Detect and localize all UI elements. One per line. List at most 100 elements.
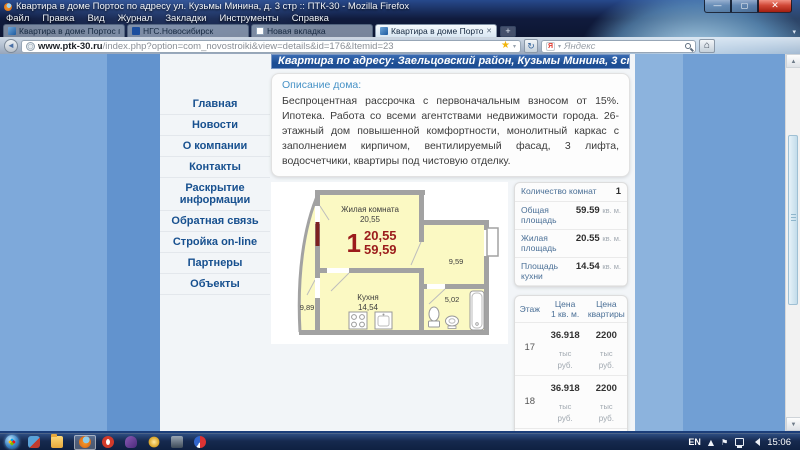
main-content: Квартира по адресу: Заельцовский район, … xyxy=(270,54,635,431)
ptk-favicon-icon xyxy=(8,27,16,35)
tab-new[interactable]: Новая вкладка xyxy=(251,24,373,37)
maximize-button[interactable]: ▢ xyxy=(731,0,758,13)
sidebar: Главная Новости О компании Контакты Раскрыти… xyxy=(160,54,270,431)
search-icon[interactable] xyxy=(685,43,691,49)
detail-row: Общая площадь 59.59 кв. м. xyxy=(515,202,627,230)
titlebar: Квартира в доме Портос по адресу ул. Куз… xyxy=(0,0,800,13)
floor-number: 17 xyxy=(524,342,536,354)
url-field[interactable]: www.ptk-30.ru/index.php?option=com_novos… xyxy=(21,39,521,53)
opera-icon[interactable] xyxy=(102,436,114,448)
description-box: Описание дома: Беспроцентная рассрочка с… xyxy=(271,73,630,177)
bookmark-star-icon[interactable]: ★ xyxy=(501,41,510,51)
screen: Квартира в доме Портос по адресу ул. Куз… xyxy=(0,0,800,450)
firefox-taskbar-slot[interactable] xyxy=(74,434,96,450)
tab-ngs[interactable]: НГС.Новосибирск xyxy=(127,24,249,37)
ngs-favicon-icon xyxy=(132,27,140,35)
menu-item[interactable]: Инструменты xyxy=(219,13,278,24)
volume-icon[interactable] xyxy=(751,438,761,446)
search-engine-dropdown-icon[interactable]: ▾ xyxy=(558,43,561,50)
tab-close-icon[interactable]: ✕ xyxy=(486,27,492,35)
bathroom-area: 5,02 xyxy=(445,295,460,304)
kitchen-room xyxy=(319,271,421,332)
price-row: 18 36.918 тыс руб. 2200 тыс руб. xyxy=(515,374,627,428)
hall-area: 9,59 xyxy=(449,257,464,266)
price-apartment: 2200 xyxy=(595,382,617,394)
floor-plan: Жилая комната 20,55 1 20,55 59,59 9,59 К… xyxy=(271,181,508,344)
sidebar-item[interactable]: Стройка on-line xyxy=(160,232,270,253)
detail-value: 1 xyxy=(615,185,621,197)
price-per-sqm: 36.918 xyxy=(550,382,580,394)
scroll-up-icon[interactable]: ▲ xyxy=(786,54,800,68)
price-table-body: 17 36.918 тыс руб. 2200 тыс руб. 18 36.9… xyxy=(515,321,627,431)
apartment-details-panel: Количество комнат 1 Общая площадь 59.59 … xyxy=(514,181,628,287)
url-text[interactable]: www.ptk-30.ru/index.php?option=com_novos… xyxy=(38,41,498,52)
sidebar-item[interactable]: Главная xyxy=(160,94,270,115)
tab-list-icon[interactable]: ▾ xyxy=(792,28,796,36)
balcony-area: 9,89 xyxy=(300,303,315,312)
price-apartment: 2200 xyxy=(595,329,617,341)
detail-label: Жилая площадь xyxy=(521,232,557,253)
explorer-folder-icon[interactable] xyxy=(51,434,63,448)
sidebar-item[interactable]: Объекты xyxy=(160,274,270,295)
reload-button[interactable]: ↻ xyxy=(524,39,538,53)
start-button[interactable] xyxy=(5,435,19,449)
entrance-door xyxy=(486,226,499,257)
plan-and-details-row: Жилая комната 20,55 1 20,55 59,59 9,59 К… xyxy=(271,181,630,431)
url-path: /index.php?option=com_novostroiki&view=d… xyxy=(102,40,394,52)
tray-expand-icon[interactable]: ▲ xyxy=(708,438,714,447)
new-tab-button[interactable]: + xyxy=(500,26,516,37)
content-container: Главная Новости О компании Контакты Раскрыти… xyxy=(160,54,635,431)
search-field[interactable]: Я ▾ Яндекс xyxy=(541,39,696,53)
home-button[interactable]: ⌂ xyxy=(699,39,715,53)
page-title: Квартира по адресу: Заельцовский район, … xyxy=(271,54,630,69)
search-input[interactable]: Яндекс xyxy=(564,41,682,52)
url-domain: www.ptk-30.ru xyxy=(38,40,103,52)
detail-unit: кв. м. xyxy=(602,261,621,271)
tab-apartment-1[interactable]: Квартира в доме Портос по адресу ... xyxy=(3,24,125,37)
scroll-down-icon[interactable]: ▼ xyxy=(786,417,800,431)
page-viewport: Главная Новости О компании Контакты Раскрыти… xyxy=(0,54,800,433)
action-center-flag-icon[interactable]: ⚑ xyxy=(721,438,728,447)
taskbar-clock[interactable]: 15:06 xyxy=(767,437,791,448)
details-column: Количество комнат 1 Общая площадь 59.59 … xyxy=(514,181,628,431)
sidebar-item[interactable]: Новости xyxy=(160,115,270,136)
living-room-area: 20,55 xyxy=(360,215,381,224)
menu-item[interactable]: Закладки xyxy=(165,13,206,24)
window-title: Квартира в доме Портос по адресу ул. Куз… xyxy=(16,1,410,12)
sidebar-item[interactable]: Обратная связь xyxy=(160,211,270,232)
url-dropdown-icon[interactable]: ▾ xyxy=(513,43,516,50)
menu-bar: Файл Правка Вид Журнал Закладки Инструменты Сп… xyxy=(0,13,800,24)
bathtub-icon xyxy=(469,290,485,331)
scrollbar-thumb[interactable] xyxy=(788,135,798,305)
app-gold-icon[interactable] xyxy=(146,434,162,450)
tab-bar: Квартира в доме Портос по адресу ... НГС… xyxy=(0,24,800,37)
menu-item[interactable]: Файл xyxy=(6,13,29,24)
firefox-icon[interactable] xyxy=(79,436,91,448)
menu-item[interactable]: Вид xyxy=(87,13,104,24)
page-scrollbar[interactable]: ▲ ▼ xyxy=(785,54,800,431)
kitchen-label: Кухня xyxy=(357,293,378,302)
menu-item[interactable]: Правка xyxy=(42,13,74,24)
app-purple-icon[interactable] xyxy=(125,436,137,448)
sidebar-item[interactable]: Раскрытие информации xyxy=(160,178,270,211)
tab-apartment-active[interactable]: Квартира в доме Портос по адресу ✕ xyxy=(375,24,497,37)
media-player-icon[interactable] xyxy=(28,436,40,448)
detail-label: Количество комнат xyxy=(521,185,597,196)
toilet-icon xyxy=(428,306,440,328)
close-button[interactable]: ✕ xyxy=(758,0,792,13)
language-indicator[interactable]: EN xyxy=(688,437,701,447)
sidebar-item[interactable]: Контакты xyxy=(160,157,270,178)
network-icon[interactable] xyxy=(735,438,745,448)
minimize-button[interactable]: — xyxy=(704,0,731,13)
app-dark-icon[interactable] xyxy=(171,436,183,448)
back-button[interactable]: ◄ xyxy=(4,39,18,53)
menu-item[interactable]: Журнал xyxy=(118,13,153,24)
menu-item[interactable]: Справка xyxy=(292,13,329,24)
description-label: Описание дома: xyxy=(282,79,362,91)
sidebar-item[interactable]: Партнеры xyxy=(160,253,270,274)
page-favicon-icon xyxy=(256,27,264,35)
app-round-icon[interactable] xyxy=(194,436,206,448)
navigation-bar: ◄ www.ptk-30.ru/index.php?option=com_nov… xyxy=(0,37,800,54)
sidebar-item[interactable]: О компании xyxy=(160,136,270,157)
price-per-sqm: 36.918 xyxy=(550,329,580,341)
